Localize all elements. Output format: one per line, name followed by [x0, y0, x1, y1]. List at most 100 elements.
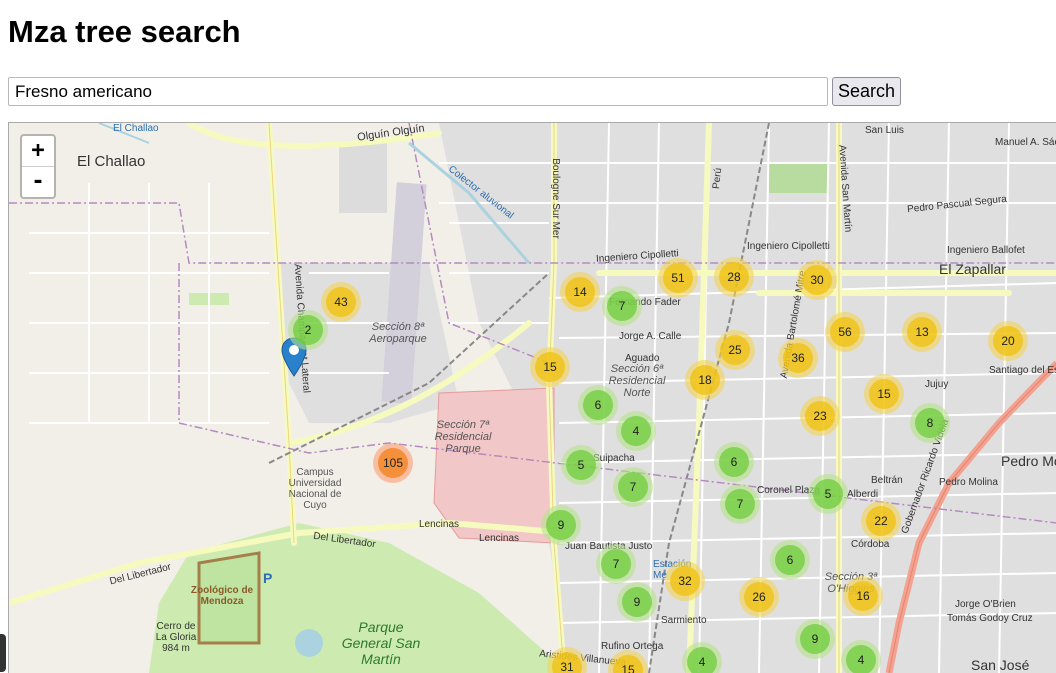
- cluster-count: 6: [719, 447, 749, 477]
- marker-cluster[interactable]: 56: [825, 312, 865, 352]
- marker-cluster[interactable]: 5: [561, 445, 601, 485]
- marker-cluster[interactable]: 18: [685, 360, 725, 400]
- map-label: El Challao: [113, 123, 159, 134]
- map-label: Ingeniero Cipolletti: [747, 241, 830, 252]
- marker-cluster[interactable]: 14: [560, 272, 600, 312]
- marker-cluster[interactable]: 6: [770, 540, 810, 580]
- marker-cluster[interactable]: 105: [373, 443, 413, 483]
- marker-cluster[interactable]: 28: [714, 257, 754, 297]
- marker-cluster[interactable]: 15: [864, 374, 904, 414]
- cluster-count: 36: [783, 343, 813, 373]
- cluster-count: 43: [326, 287, 356, 317]
- map-label: Jorge A. Calle: [619, 331, 682, 342]
- marker-cluster[interactable]: 16: [843, 576, 883, 616]
- cluster-count: 30: [802, 265, 832, 295]
- marker-cluster[interactable]: 15: [530, 347, 570, 387]
- marker-cluster[interactable]: 8: [910, 403, 950, 443]
- cluster-count: 28: [719, 262, 749, 292]
- map-label: Manuel A. Sáez: [995, 137, 1056, 148]
- marker-cluster[interactable]: 7: [596, 544, 636, 584]
- cluster-count: 13: [907, 317, 937, 347]
- marker-cluster[interactable]: 26: [739, 577, 779, 617]
- zoom-out-button[interactable]: -: [22, 166, 54, 197]
- cluster-count: 5: [813, 479, 843, 509]
- page-title: Mza tree search: [8, 14, 241, 49]
- marker-cluster[interactable]: 30: [797, 260, 837, 300]
- cluster-count: 6: [583, 390, 613, 420]
- cluster-count: 20: [993, 326, 1023, 356]
- map-view[interactable]: El Challao El Challao Olguín Olguín Cole…: [8, 122, 1056, 673]
- map-label: Jujuy: [925, 379, 949, 390]
- cluster-count: 7: [601, 549, 631, 579]
- marker-cluster[interactable]: 4: [616, 411, 656, 451]
- marker-cluster[interactable]: 13: [902, 312, 942, 352]
- marker-cluster[interactable]: 51: [658, 258, 698, 298]
- cluster-count: 4: [621, 416, 651, 446]
- map-label: Parque General San Martín: [341, 619, 421, 667]
- cluster-count: 2: [293, 315, 323, 345]
- marker-cluster[interactable]: 23: [800, 396, 840, 436]
- marker-cluster[interactable]: 25: [715, 330, 755, 370]
- map-label: Jorge O'Brien: [955, 599, 1016, 610]
- map-label: Beltrán: [871, 475, 903, 486]
- cluster-count: 26: [744, 582, 774, 612]
- cluster-count: 23: [805, 401, 835, 431]
- map-label: El Challao: [77, 153, 146, 170]
- map-label: El Zapallar: [939, 261, 1006, 277]
- marker-cluster[interactable]: 2: [288, 310, 328, 350]
- cluster-count: 8: [915, 408, 945, 438]
- cluster-count: 7: [725, 489, 755, 519]
- marker-cluster[interactable]: 22: [861, 501, 901, 541]
- map-label: Pedro Mo: [1001, 453, 1056, 469]
- search-input[interactable]: [8, 77, 828, 106]
- cluster-count: 4: [687, 647, 717, 673]
- cluster-count: 4: [846, 645, 876, 673]
- cluster-count: 16: [848, 581, 878, 611]
- marker-cluster[interactable]: 43: [321, 282, 361, 322]
- cluster-count: 5: [566, 450, 596, 480]
- search-button[interactable]: Search: [832, 77, 901, 106]
- cluster-count: 18: [690, 365, 720, 395]
- zoom-in-button[interactable]: +: [22, 136, 54, 166]
- marker-cluster[interactable]: 20: [988, 321, 1028, 361]
- window-edge: [0, 634, 6, 672]
- marker-cluster[interactable]: 5: [808, 474, 848, 514]
- map-label: Ingeniero Ballofet: [947, 245, 1025, 256]
- marker-cluster[interactable]: 6: [578, 385, 618, 425]
- map-label: Sarmiento: [661, 615, 707, 626]
- cluster-count: 51: [663, 263, 693, 293]
- map-label: Pedro Molina: [939, 477, 998, 488]
- map-label: Campus Universidad Nacional de Cuyo: [288, 467, 342, 511]
- map-label: Perú: [710, 167, 725, 190]
- map-label: Santiago del Estero: [989, 365, 1056, 376]
- map-label: P: [263, 570, 273, 586]
- map-label: Sección 7ª Residencial Parque: [434, 419, 492, 455]
- cluster-count: 14: [565, 277, 595, 307]
- cluster-count: 9: [546, 510, 576, 540]
- marker-cluster[interactable]: 7: [602, 286, 642, 326]
- marker-cluster[interactable]: 6: [714, 442, 754, 482]
- marker-cluster[interactable]: 7: [720, 484, 760, 524]
- marker-cluster[interactable]: 9: [795, 619, 835, 659]
- marker-cluster[interactable]: 9: [617, 582, 657, 622]
- marker-cluster[interactable]: 7: [613, 467, 653, 507]
- map-label: Sección 8ª Aeroparque: [369, 321, 427, 345]
- map-label: Cerro de La Gloria 984 m: [155, 621, 197, 654]
- cluster-count: 32: [670, 566, 700, 596]
- map-label: Boulogne Sur Mer: [549, 158, 561, 239]
- cluster-count: 7: [607, 291, 637, 321]
- marker-cluster[interactable]: 9: [541, 505, 581, 545]
- cluster-count: 15: [613, 655, 643, 673]
- marker-cluster[interactable]: 4: [841, 640, 881, 673]
- map-label: San Luis: [865, 125, 904, 136]
- marker-cluster[interactable]: 32: [665, 561, 705, 601]
- cluster-count: 105: [378, 448, 408, 478]
- cluster-count: 15: [535, 352, 565, 382]
- cluster-count: 56: [830, 317, 860, 347]
- marker-cluster[interactable]: 36: [778, 338, 818, 378]
- cluster-count: 15: [869, 379, 899, 409]
- cluster-count: 9: [800, 624, 830, 654]
- cluster-count: 7: [618, 472, 648, 502]
- map-label: Zoológico de Mendoza: [190, 585, 254, 607]
- map-label: Lencinas: [479, 533, 520, 544]
